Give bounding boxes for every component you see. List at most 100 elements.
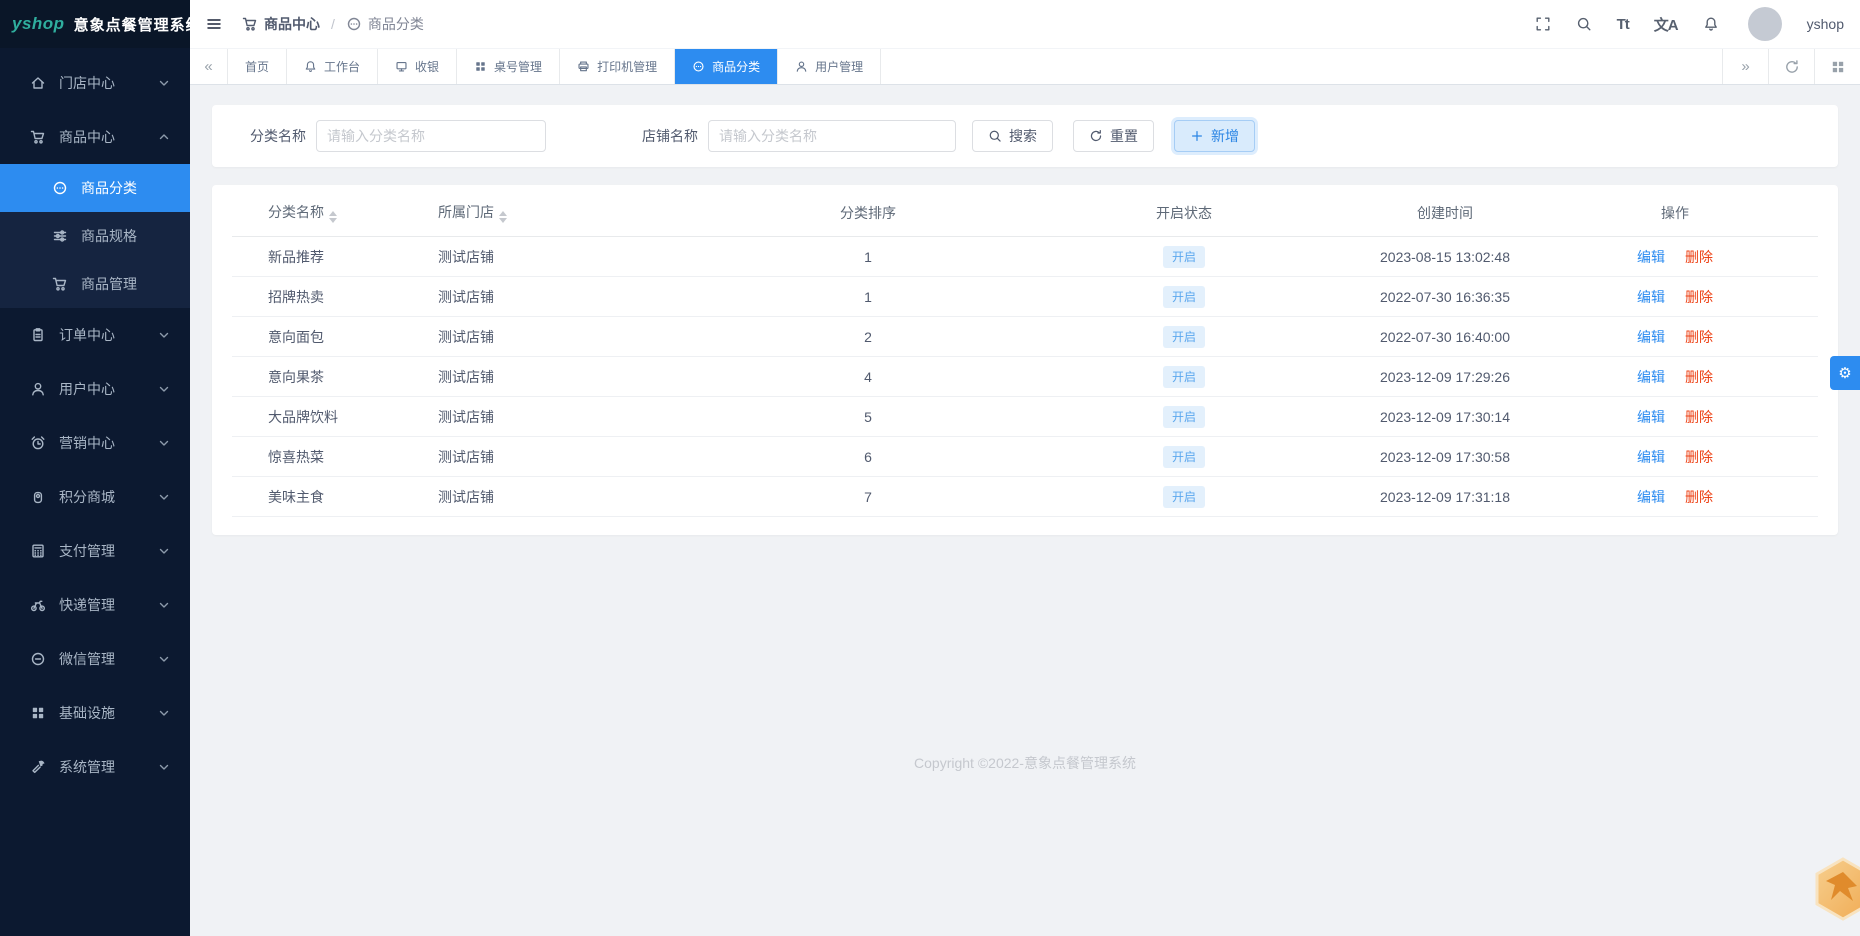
sidebar-item-payment-manage[interactable]: 支付管理 [0,524,190,578]
chevron-down-icon [159,656,169,662]
tab-printer-manage[interactable]: 打印机管理 [560,49,676,84]
status-badge[interactable]: 开启 [1162,405,1205,428]
tab-home[interactable]: 首页 [228,49,288,84]
delete-link[interactable]: 删除 [1685,249,1713,265]
filter-panel: 分类名称 店铺名称 搜索 重置 新增 [212,105,1838,167]
logo-bar[interactable]: yshop 意象点餐管理系统 [0,0,201,48]
tab-label: 商品分类 [712,60,761,74]
sidebar-item-product-spec[interactable]: 商品规格 [0,212,190,260]
category-table: 分类名称 所属门店 分类排序 开启状态 创建时间 操作 新品推荐 测试店铺 1 … [212,185,1838,535]
delete-link[interactable]: 删除 [1685,289,1713,305]
sidebar-item-product-center[interactable]: 商品中心 [0,110,190,164]
tabs-scroll-right-icon[interactable]: » [1722,49,1768,84]
sidebar-item-store-center[interactable]: 门店中心 [0,56,190,110]
cell-store: 测试店铺 [438,368,494,385]
app-title: 意象点餐管理系统 [73,16,202,34]
edit-link[interactable]: 编辑 [1637,449,1665,465]
translate-icon[interactable]: 文A [1654,14,1679,35]
sidebar-item-infrastructure[interactable]: 基础设施 [0,686,190,740]
tab-user-manage[interactable]: 用户管理 [778,49,882,84]
table-row: 招牌热卖 测试店铺 1 开启 2022-07-30 16:36:35 编辑 删除 [232,277,1818,317]
sidebar-item-points-mall[interactable]: 积分商城 [0,470,190,524]
breadcrumb-parent[interactable]: 商品中心 [242,14,320,34]
avatar[interactable] [1747,7,1782,41]
cell-sort: 1 [864,288,872,305]
column-header-created: 创建时间 [1417,204,1473,221]
delete-link[interactable]: 删除 [1685,329,1713,345]
edit-link[interactable]: 编辑 [1637,409,1665,425]
bell-icon[interactable] [1703,16,1719,32]
font-size-icon[interactable]: Tt [1617,16,1630,33]
edit-link[interactable]: 编辑 [1637,369,1665,385]
username[interactable]: yshop [1807,16,1844,32]
fullscreen-icon[interactable] [1535,16,1551,32]
cell-category-name: 意向果茶 [268,368,324,385]
sidebar-item-system-manage[interactable]: 系统管理 [0,740,190,794]
delete-link[interactable]: 删除 [1685,409,1713,425]
cell-category-name: 招牌热卖 [268,288,324,305]
hamburger-icon[interactable] [206,16,222,32]
tabs-refresh-icon[interactable] [1768,49,1814,84]
sidebar-item-order-center[interactable]: 订单中心 [0,308,190,362]
chevron-down-icon [159,764,169,770]
tab-label: 工作台 [324,60,361,74]
sort-icon[interactable] [499,211,507,223]
delete-link[interactable]: 删除 [1685,449,1713,465]
sidebar-item-wechat-manage[interactable]: 微信管理 [0,632,190,686]
status-badge[interactable]: 开启 [1162,325,1205,348]
cell-created: 2023-12-09 17:30:14 [1380,408,1510,425]
search-icon[interactable] [1576,16,1592,32]
tabs-options-grid-icon[interactable] [1814,49,1860,84]
sidebar-item-label: 商品管理 [81,276,137,292]
tab-table-manage[interactable]: 桌号管理 [457,49,561,84]
sidebar-item-label: 门店中心 [59,75,115,91]
status-badge[interactable]: 开启 [1162,445,1205,468]
delete-link[interactable]: 删除 [1685,489,1713,505]
sidebar-item-product-manage[interactable]: 商品管理 [0,260,190,308]
reset-button-label: 重置 [1110,128,1138,144]
hexagon-bird-badge[interactable] [1810,856,1860,922]
delete-link[interactable]: 删除 [1685,369,1713,385]
table-row: 意向果茶 测试店铺 4 开启 2023-12-09 17:29:26 编辑 删除 [232,357,1818,397]
chevron-down-icon [159,710,169,716]
column-header-status: 开启状态 [1156,204,1212,221]
sidebar-item-label: 营销中心 [59,435,115,451]
edit-link[interactable]: 编辑 [1637,289,1665,305]
product-center-submenu: 商品分类 商品规格 商品管理 [0,164,190,308]
status-badge[interactable]: 开启 [1162,485,1205,508]
sidebar-item-product-category[interactable]: 商品分类 [0,164,190,212]
alarm-icon [31,436,45,450]
sidebar-item-label: 积分商城 [59,489,115,505]
category-name-input[interactable] [316,120,546,152]
cell-category-name: 美味主食 [268,488,324,505]
edit-link[interactable]: 编辑 [1637,329,1665,345]
cell-status: 开启 [1038,365,1330,388]
tab-cashier[interactable]: 收银 [378,49,458,84]
home-icon [31,77,45,89]
edit-link[interactable]: 编辑 [1637,489,1665,505]
search-button[interactable]: 搜索 [972,120,1053,152]
tabs-scroll-left-icon[interactable]: « [190,49,228,84]
medal-icon [33,491,43,504]
store-name-input[interactable] [708,120,956,152]
table-row: 惊喜热菜 测试店铺 6 开启 2023-12-09 17:30:58 编辑 删除 [232,437,1818,477]
sort-icon[interactable] [329,211,337,223]
cell-status: 开启 [1038,285,1330,308]
reset-button[interactable]: 重置 [1073,120,1154,152]
tab-label: 桌号管理 [494,60,543,74]
edit-link[interactable]: 编辑 [1637,249,1665,265]
category-filter-group: 分类名称 [250,120,546,152]
tab-workbench[interactable]: 工作台 [287,49,379,84]
status-badge[interactable]: 开启 [1162,365,1205,388]
status-badge[interactable]: 开启 [1162,245,1205,268]
cart-icon [52,277,67,291]
status-badge[interactable]: 开启 [1162,285,1205,308]
sidebar-item-marketing-center[interactable]: 营销中心 [0,416,190,470]
sidebar-item-express-manage[interactable]: 快递管理 [0,578,190,632]
calculator-icon [32,544,44,558]
tab-product-category[interactable]: 商品分类 [675,49,779,84]
add-button[interactable]: 新增 [1174,120,1255,152]
settings-fab[interactable]: ⚙ [1830,356,1860,390]
cell-sort: 5 [864,408,872,425]
sidebar-item-user-center[interactable]: 用户中心 [0,362,190,416]
